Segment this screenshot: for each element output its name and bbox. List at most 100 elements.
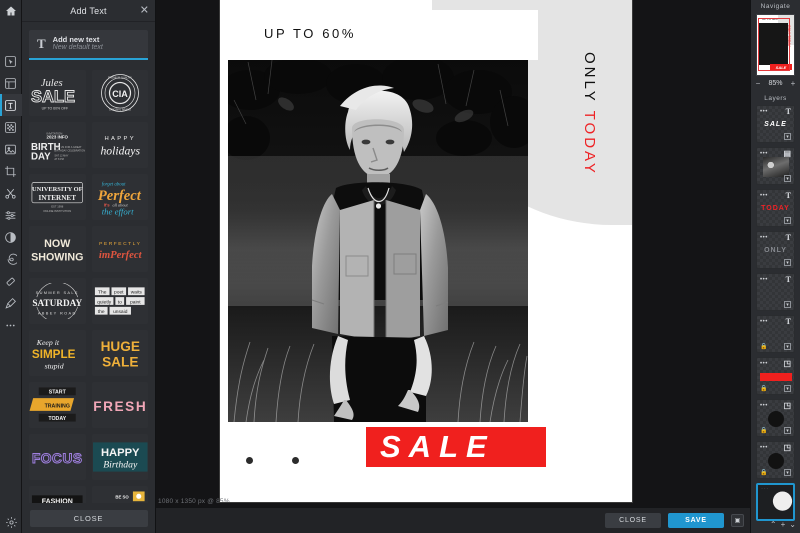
layer-drag-handle[interactable]: •••	[760, 193, 768, 199]
layer-collapse-icon[interactable]: ▾	[784, 469, 791, 476]
canvas-headline[interactable]: UP TO 60%	[264, 26, 356, 41]
layer-text-upto[interactable]: ••• T ▾	[756, 273, 795, 311]
layer-text-today[interactable]: ••• T TODAY ▾	[756, 189, 795, 227]
image-icon[interactable]	[0, 138, 22, 160]
preset-university[interactable]: UNIVERSITY OF INTERNET EST 1998 ONLINE I…	[29, 173, 86, 220]
canvas-sale-text: SALE	[380, 429, 495, 464]
save-button[interactable]: SAVE	[668, 513, 724, 528]
chevron-down-icon[interactable]: ⌄	[789, 520, 796, 529]
preset-perfectly-imperfect[interactable]: PERFECTLY imPerfect	[91, 225, 148, 272]
layers-list[interactable]: ••• T SALE ▾ ••• ▤ ▾ ••• T TODAY ▾ ••• T…	[751, 105, 800, 533]
home-icon[interactable]	[0, 0, 22, 22]
layer-drag-handle[interactable]: •••	[760, 445, 768, 451]
layout-template-icon[interactable]	[0, 72, 22, 94]
layer-drag-handle[interactable]: •••	[760, 235, 768, 241]
close-icon[interactable]: ✕	[140, 5, 149, 16]
canvas-vertical-today: TODAY	[581, 110, 598, 176]
layer-text-sale[interactable]: ••• T SALE ▾	[756, 105, 795, 143]
text-layer-icon: T	[785, 275, 791, 284]
preset-happy-birthday[interactable]: HAPPY Birthday	[91, 433, 148, 480]
chevron-up-icon[interactable]: ⌃	[770, 520, 777, 529]
layer-collapse-icon[interactable]: ▾	[784, 259, 791, 266]
layer-drag-handle[interactable]: •••	[760, 403, 768, 409]
canvas-dot-1[interactable]	[246, 457, 253, 464]
lock-icon[interactable]: 🔒	[760, 428, 767, 434]
layer-background[interactable]: •••	[756, 483, 795, 521]
layer-drag-handle[interactable]: •••	[760, 109, 768, 115]
add-new-text-button[interactable]: T Add new text New default text	[29, 30, 148, 60]
layer-collapse-icon[interactable]: ▾	[784, 343, 791, 350]
svg-text:BE SO: BE SO	[115, 494, 129, 499]
layer-thumb-label: ONLY	[764, 247, 787, 254]
layer-collapse-icon[interactable]: ▾	[784, 133, 791, 140]
preset-keep-it-simple[interactable]: Keep it SIMPLE stupid	[29, 329, 86, 376]
preset-now-showing[interactable]: NOW SHOWING	[29, 225, 86, 272]
preset-focus[interactable]: FOCUS	[29, 433, 86, 480]
lock-icon[interactable]: 🔒	[760, 344, 767, 350]
layer-collapse-icon[interactable]: ▾	[784, 175, 791, 182]
navigator-thumbnail[interactable]: UP TO 60% ONLY TODAY SALE	[756, 14, 795, 76]
adjust-sliders-icon[interactable]	[0, 204, 22, 226]
preset-birthday[interactable]: INVITATION 2023 INFO BIRTH DAY JOIN US F…	[29, 121, 86, 168]
layer-drag-handle[interactable]: •••	[760, 361, 768, 367]
canvas-photo[interactable]	[228, 60, 528, 422]
layer-text-only[interactable]: ••• T ONLY ▾	[756, 231, 795, 269]
more-dots-icon[interactable]	[0, 314, 22, 336]
preset-saturday[interactable]: SUMMER SALE SATURDAY ABBEY ROAD	[29, 277, 86, 324]
preset-be-so-good[interactable]: BE SO GOOD they can't IGNORE	[91, 485, 148, 503]
svg-text:imPerfect: imPerfect	[98, 249, 142, 261]
layer-shape-dot-2[interactable]: ••• ◳ 🔒 ▾	[756, 441, 795, 479]
scissors-icon[interactable]	[0, 182, 22, 204]
zoom-out-button[interactable]: −	[754, 79, 761, 88]
layer-collapse-icon[interactable]: ▾	[784, 301, 791, 308]
preset-happy-holidays[interactable]: HAPPY holidays	[91, 121, 148, 168]
preset-jules-sale[interactable]: Jules SALE UP TO 60% OFF	[29, 69, 86, 116]
eraser-icon[interactable]	[0, 270, 22, 292]
spiral-icon[interactable]	[0, 248, 22, 270]
lock-icon[interactable]: 🔒	[760, 470, 767, 476]
lock-icon[interactable]: 🔒	[760, 386, 767, 392]
preset-fashion-sale[interactable]: FASHION SALE	[29, 485, 86, 503]
cursor-select-icon[interactable]	[0, 50, 22, 72]
svg-text:2023 INFO: 2023 INFO	[47, 135, 69, 140]
text-layer-icon: T	[785, 233, 791, 242]
svg-text:TRAINING: TRAINING	[45, 403, 70, 409]
preset-huge-sale[interactable]: HUGE SALE	[91, 329, 148, 376]
zoom-in-button[interactable]: +	[790, 79, 797, 88]
layer-collapse-icon[interactable]: ▾	[784, 427, 791, 434]
layer-drag-handle[interactable]: •••	[760, 319, 768, 325]
right-panel: Navigate UP TO 60% ONLY TODAY SALE − 85%…	[750, 0, 800, 533]
layer-shape-dot-1[interactable]: ••• ◳ 🔒 ▾	[756, 399, 795, 437]
layer-collapse-icon[interactable]: ▾	[784, 217, 791, 224]
layer-shape-red-bar[interactable]: ••• ◳ 🔒 ▾	[756, 357, 795, 395]
add-text-panel: Add Text ✕ T Add new text New default te…	[22, 0, 156, 533]
settings-gear-icon[interactable]	[0, 516, 22, 529]
canvas-dot-2[interactable]	[292, 457, 299, 464]
plus-icon[interactable]: +	[781, 520, 786, 529]
layer-image-model[interactable]: ••• ▤ ▾	[756, 147, 795, 185]
zoom-level-value: 85%	[768, 79, 783, 87]
canvas-sale-banner[interactable]: SALE	[366, 427, 546, 467]
preset-perfect-effort[interactable]: forget about Perfect it's all about the …	[91, 173, 148, 220]
brush-icon[interactable]	[0, 292, 22, 314]
layer-collapse-icon[interactable]: ▾	[784, 385, 791, 392]
text-tool-icon[interactable]	[0, 94, 22, 116]
layer-text-extra[interactable]: ••• T 🔒 ▾	[756, 315, 795, 353]
canvas-vertical-text[interactable]: ONLY TODAY	[581, 52, 598, 176]
svg-text:ORIGINAL BRAND: ORIGINAL BRAND	[109, 107, 131, 111]
preset-fresh[interactable]: FRESH	[91, 381, 148, 428]
close-button[interactable]: CLOSE	[605, 513, 661, 528]
layer-drag-handle[interactable]: •••	[760, 277, 768, 283]
navigator-viewport-rect[interactable]	[758, 18, 790, 71]
crop-icon[interactable]	[0, 160, 22, 182]
svg-text:AT 8 PM: AT 8 PM	[54, 158, 64, 161]
preset-poet-waits[interactable]: The poet waits quietly to paint the unsa…	[91, 277, 148, 324]
preset-cia-badge[interactable]: CIA PREMIUM QUALITY ORIGINAL BRAND	[91, 69, 148, 116]
preset-start-training[interactable]: START TRAINING TODAY	[29, 381, 86, 428]
pattern-overlay-icon[interactable]	[0, 116, 22, 138]
contrast-icon[interactable]	[0, 226, 22, 248]
pages-icon[interactable]: ▣	[731, 514, 744, 527]
design-canvas[interactable]: UP TO 60% ONLY TODAY SALE	[220, 0, 632, 502]
svg-text:FASHION: FASHION	[42, 499, 73, 503]
panel-close-button[interactable]: CLOSE	[29, 509, 148, 527]
